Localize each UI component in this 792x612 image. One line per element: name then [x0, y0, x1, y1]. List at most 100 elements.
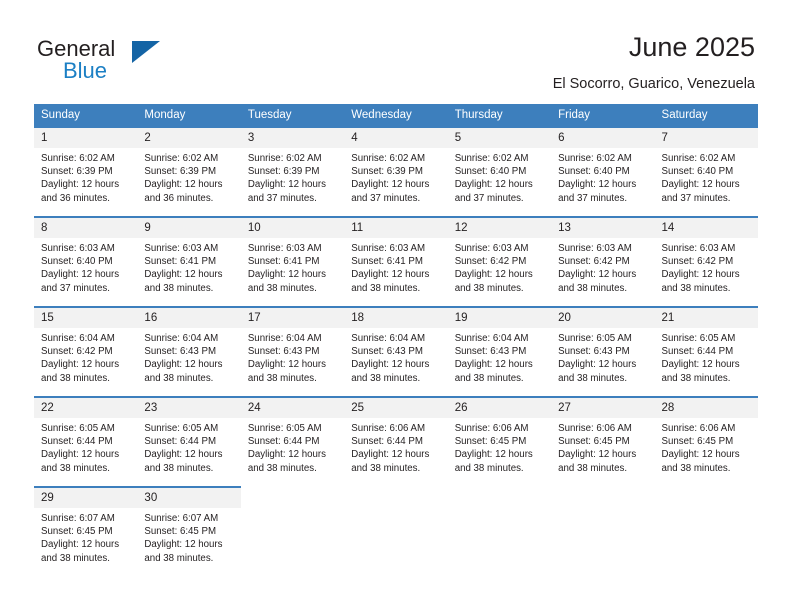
sunset-text: Sunset: 6:44 PM [351, 436, 423, 448]
day-cell[interactable]: 30 Sunrise: 6:07 AM Sunset: 6:45 PM Dayl… [137, 486, 241, 566]
day-cell[interactable]: 29 Sunrise: 6:07 AM Sunset: 6:45 PM Dayl… [34, 486, 138, 566]
day-details: Sunrise: 6:03 AM Sunset: 6:42 PM Dayligh… [551, 238, 654, 295]
sunrise-text: Sunrise: 6:03 AM [41, 243, 115, 254]
daylight-text-line1: Daylight: 12 hours [454, 359, 533, 371]
day-cell[interactable]: 3 Sunrise: 6:02 AM Sunset: 6:39 PM Dayli… [240, 126, 345, 206]
day-cell[interactable]: 15 Sunrise: 6:04 AM Sunset: 6:42 PM Dayl… [34, 306, 138, 386]
day-cell[interactable]: 20 Sunrise: 6:05 AM Sunset: 6:43 PM Dayl… [551, 306, 655, 386]
day-number: 22 [34, 398, 138, 418]
sunset-text: Sunset: 6:44 PM [41, 436, 113, 448]
day-details: Sunrise: 6:07 AM Sunset: 6:45 PM Dayligh… [137, 508, 240, 565]
sunrise-text: Sunrise: 6:02 AM [144, 153, 219, 164]
day-details: Sunrise: 6:06 AM Sunset: 6:45 PM Dayligh… [655, 418, 758, 475]
day-cell[interactable]: 21 Sunrise: 6:05 AM Sunset: 6:44 PM Dayl… [654, 306, 758, 386]
day-cell[interactable]: 26 Sunrise: 6:06 AM Sunset: 6:45 PM Dayl… [447, 396, 552, 476]
day-number: 21 [654, 308, 758, 328]
daylight-text-line1: Daylight: 12 hours [661, 449, 740, 461]
sunset-text: Sunset: 6:45 PM [454, 436, 527, 448]
calendar-header-row: Sunday Monday Tuesday Wednesday Thursday… [34, 104, 758, 127]
day-details: Sunrise: 6:04 AM Sunset: 6:43 PM Dayligh… [448, 328, 551, 385]
sunset-text: Sunset: 6:41 PM [144, 256, 217, 268]
sunrise-text: Sunrise: 6:04 AM [41, 333, 115, 344]
daylight-text-line2: and 38 minutes. [247, 462, 317, 474]
sunrise-text: Sunrise: 6:02 AM [247, 153, 322, 164]
sunset-text: Sunset: 6:44 PM [661, 346, 734, 358]
daylight-text-line2: and 37 minutes. [41, 282, 110, 294]
day-details: Sunrise: 6:04 AM Sunset: 6:43 PM Dayligh… [137, 328, 240, 385]
sunrise-text: Sunrise: 6:03 AM [454, 243, 529, 254]
sunrise-text: Sunrise: 6:04 AM [144, 333, 219, 344]
day-cell[interactable]: 8 Sunrise: 6:03 AM Sunset: 6:40 PM Dayli… [34, 216, 138, 296]
sunrise-text: Sunrise: 6:06 AM [661, 423, 736, 434]
day-cell[interactable]: 18 Sunrise: 6:04 AM Sunset: 6:43 PM Dayl… [344, 306, 448, 386]
day-cell[interactable]: 14 Sunrise: 6:03 AM Sunset: 6:42 PM Dayl… [654, 216, 758, 296]
day-cell[interactable]: 13 Sunrise: 6:03 AM Sunset: 6:42 PM Dayl… [551, 216, 655, 296]
day-cell[interactable]: 4 Sunrise: 6:02 AM Sunset: 6:39 PM Dayli… [344, 126, 448, 206]
sunrise-text: Sunrise: 6:02 AM [454, 153, 529, 164]
sunset-text: Sunset: 6:41 PM [247, 256, 320, 268]
weekday-header-sunday: Sunday [34, 104, 138, 127]
day-cell[interactable]: 27 Sunrise: 6:06 AM Sunset: 6:45 PM Dayl… [551, 396, 655, 476]
day-number: 8 [34, 218, 138, 238]
daylight-text-line1: Daylight: 12 hours [661, 179, 740, 191]
daylight-text-line1: Daylight: 12 hours [41, 449, 120, 461]
day-cell[interactable]: 5 Sunrise: 6:02 AM Sunset: 6:40 PM Dayli… [447, 126, 552, 206]
day-cell[interactable]: 2 Sunrise: 6:02 AM Sunset: 6:39 PM Dayli… [137, 126, 241, 206]
daylight-text-line2: and 36 minutes. [144, 192, 214, 204]
sunset-text: Sunset: 6:44 PM [247, 436, 320, 448]
day-details: Sunrise: 6:03 AM Sunset: 6:41 PM Dayligh… [344, 238, 447, 295]
sunset-text: Sunset: 6:43 PM [144, 346, 217, 358]
sunset-text: Sunset: 6:39 PM [41, 166, 113, 178]
day-cell[interactable]: 25 Sunrise: 6:06 AM Sunset: 6:44 PM Dayl… [344, 396, 448, 476]
daylight-text-line2: and 38 minutes. [454, 462, 524, 474]
calendar-page: General Blue June 2025 El Socorro, Guari… [0, 0, 792, 612]
week-spacer [34, 386, 758, 397]
logo-text-blue: Blue [63, 58, 108, 83]
daylight-text-line2: and 38 minutes. [144, 372, 214, 384]
sunset-text: Sunset: 6:40 PM [41, 256, 113, 268]
week-spacer-cell [34, 296, 758, 307]
day-cell[interactable]: 7 Sunrise: 6:02 AM Sunset: 6:40 PM Dayli… [654, 126, 758, 206]
daylight-text-line1: Daylight: 12 hours [41, 359, 120, 371]
daylight-text-line2: and 37 minutes. [247, 192, 317, 204]
sunrise-text: Sunrise: 6:02 AM [41, 153, 115, 164]
day-cell[interactable]: 12 Sunrise: 6:03 AM Sunset: 6:42 PM Dayl… [447, 216, 552, 296]
day-cell[interactable]: 16 Sunrise: 6:04 AM Sunset: 6:43 PM Dayl… [137, 306, 241, 386]
day-cell[interactable]: 9 Sunrise: 6:03 AM Sunset: 6:41 PM Dayli… [137, 216, 241, 296]
sunrise-text: Sunrise: 6:02 AM [661, 153, 736, 164]
sunrise-text: Sunrise: 6:06 AM [454, 423, 529, 434]
sunset-text: Sunset: 6:39 PM [247, 166, 320, 178]
logo-triangle-icon [132, 41, 160, 63]
day-cell[interactable]: 10 Sunrise: 6:03 AM Sunset: 6:41 PM Dayl… [240, 216, 345, 296]
day-cell[interactable]: 24 Sunrise: 6:05 AM Sunset: 6:44 PM Dayl… [240, 396, 345, 476]
sunrise-text: Sunrise: 6:03 AM [247, 243, 322, 254]
day-cell[interactable]: 19 Sunrise: 6:04 AM Sunset: 6:43 PM Dayl… [447, 306, 552, 386]
day-cell[interactable]: 28 Sunrise: 6:06 AM Sunset: 6:45 PM Dayl… [654, 396, 758, 476]
sunrise-text: Sunrise: 6:05 AM [247, 423, 322, 434]
day-cell[interactable]: 17 Sunrise: 6:04 AM Sunset: 6:43 PM Dayl… [240, 306, 345, 386]
sunset-text: Sunset: 6:40 PM [454, 166, 527, 178]
day-details: Sunrise: 6:02 AM Sunset: 6:39 PM Dayligh… [241, 148, 344, 205]
daylight-text-line1: Daylight: 12 hours [454, 269, 533, 281]
weekday-header-saturday: Saturday [654, 104, 758, 127]
weekday-header-thursday: Thursday [447, 104, 552, 127]
day-number: 24 [240, 398, 345, 418]
week-spacer [34, 206, 758, 217]
day-cell[interactable]: 22 Sunrise: 6:05 AM Sunset: 6:44 PM Dayl… [34, 396, 138, 476]
daylight-text-line1: Daylight: 12 hours [41, 179, 120, 191]
sunrise-text: Sunrise: 6:07 AM [144, 513, 219, 524]
day-cell[interactable]: 23 Sunrise: 6:05 AM Sunset: 6:44 PM Dayl… [137, 396, 241, 476]
day-number: 11 [344, 218, 448, 238]
general-blue-logo[interactable]: General Blue [37, 36, 217, 92]
sunset-text: Sunset: 6:39 PM [144, 166, 217, 178]
day-cell[interactable]: 6 Sunrise: 6:02 AM Sunset: 6:40 PM Dayli… [551, 126, 655, 206]
daylight-text-line2: and 38 minutes. [558, 462, 628, 474]
day-cell[interactable]: 1 Sunrise: 6:02 AM Sunset: 6:39 PM Dayli… [34, 126, 138, 206]
day-cell[interactable]: 11 Sunrise: 6:03 AM Sunset: 6:41 PM Dayl… [344, 216, 448, 296]
day-details: Sunrise: 6:04 AM Sunset: 6:42 PM Dayligh… [34, 328, 137, 385]
day-number: 29 [34, 488, 138, 508]
day-number: 2 [137, 128, 241, 148]
day-number: 17 [240, 308, 345, 328]
sunset-text: Sunset: 6:40 PM [558, 166, 630, 178]
daylight-text-line1: Daylight: 12 hours [558, 359, 637, 371]
